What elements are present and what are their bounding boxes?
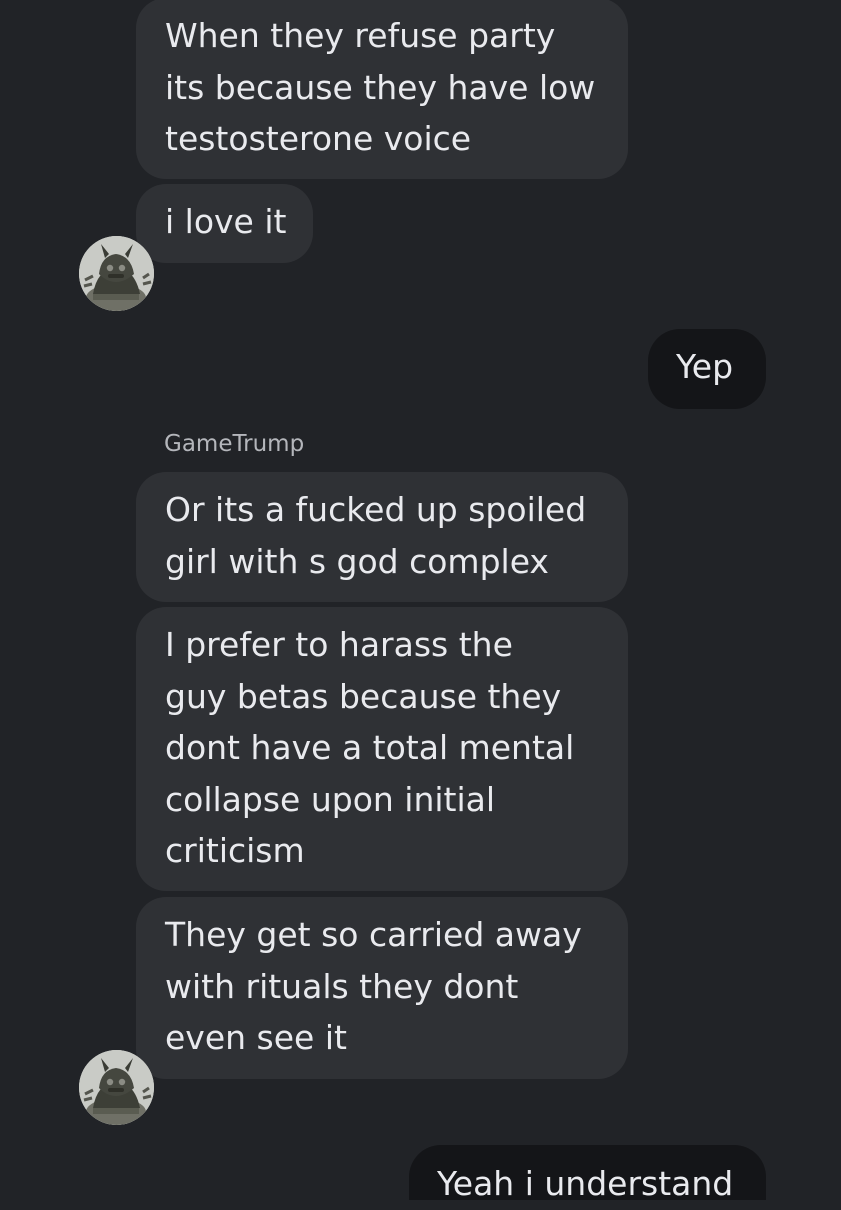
gorilla-avatar-icon (79, 236, 154, 311)
message-text: even see it (165, 1018, 347, 1057)
message-text: testosterone voice (165, 119, 472, 158)
incoming-message-bubble[interactable]: Or its a fucked up spoiled girl with s g… (136, 472, 628, 602)
message-text: When they refuse party (165, 16, 556, 55)
incoming-message-bubble[interactable]: They get so carried away with rituals th… (136, 897, 628, 1079)
message-text: Yeah i understand (437, 1164, 734, 1203)
incoming-message-bubble[interactable]: I prefer to harass the guy betas because… (136, 607, 628, 891)
outgoing-message-bubble[interactable]: Yep (648, 329, 766, 409)
message-text: They get so carried away (165, 915, 582, 954)
sender-avatar[interactable] (79, 236, 154, 311)
message-text: its because they have low (165, 67, 596, 107)
message-text: collapse upon initial (165, 779, 496, 819)
incoming-message-bubble[interactable]: i love it (136, 184, 313, 263)
sender-avatar[interactable] (79, 1050, 154, 1125)
message-text: with rituals they dont (165, 966, 519, 1006)
outgoing-message-bubble[interactable]: Yeah i understand (409, 1145, 766, 1203)
message-text: criticism (165, 831, 305, 870)
message-text: Yep (676, 347, 734, 386)
message-text: I prefer to harass the (165, 625, 513, 664)
message-text: Or its a fucked up spoiled (165, 490, 587, 529)
message-text: guy betas because they (165, 676, 562, 716)
incoming-message-bubble[interactable]: When they refuse party its because they … (136, 0, 628, 179)
message-text: i love it (165, 202, 287, 241)
message-text: girl with s god complex (165, 541, 549, 581)
message-text: dont have a total mental (165, 728, 575, 767)
gorilla-avatar-icon (79, 1050, 154, 1125)
sender-name: GameTrump (164, 431, 305, 457)
